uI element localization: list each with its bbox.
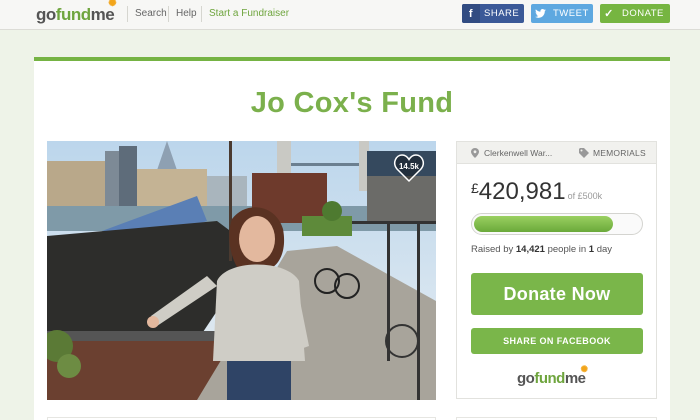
raised-amount: 420,981 — [478, 178, 566, 205]
donate-now-button[interactable]: Donate Now — [471, 273, 643, 315]
share-on-facebook-button[interactable]: SHARE ON FACEBOOK — [471, 328, 643, 354]
campaign-title: Jo Cox's Fund — [250, 87, 454, 119]
header-donate-button[interactable]: ✓ DONATE — [600, 4, 670, 23]
campaign-card: Jo Cox's Fund 14.5k Clerkenwell War... M… — [34, 57, 670, 420]
gofundme-footer-logo[interactable]: gofundme ✺ — [517, 364, 588, 387]
campaign-category[interactable]: MEMORIALS — [593, 148, 646, 158]
sun-icon: ✺ — [580, 364, 588, 374]
location-pin-icon — [471, 148, 479, 158]
nav-help-link[interactable]: Help — [176, 8, 197, 19]
raised-summary: Raised by 14,421 people in 1 day — [471, 244, 613, 255]
amount-raised: £420,981 of £500k — [471, 178, 602, 206]
progress-bar — [471, 213, 643, 235]
likes-count: 14.5k — [398, 162, 420, 171]
photo-illustration — [47, 141, 436, 400]
top-navigation: gofundme ✺ Search Help Start a Fundraise… — [0, 0, 700, 30]
nav-start-fundraiser-link[interactable]: Start a Fundraiser — [209, 8, 289, 19]
goal-text: of £500k — [567, 191, 603, 201]
nav-divider — [127, 6, 128, 22]
tweet-label: TWEET — [553, 8, 589, 19]
gofundme-logo[interactable]: gofundme ✺ — [36, 0, 117, 25]
sun-icon: ✺ — [108, 0, 117, 9]
nav-divider — [201, 6, 202, 22]
twitter-icon — [531, 4, 549, 23]
tag-icon — [579, 148, 589, 158]
nav-search-link[interactable]: Search — [135, 8, 167, 19]
tweet-button[interactable]: TWEET — [531, 4, 593, 23]
check-icon: ✓ — [604, 8, 614, 20]
facebook-share-button[interactable]: f SHARE — [462, 4, 524, 23]
campaign-photo[interactable]: 14.5k — [47, 141, 436, 400]
facebook-icon: f — [462, 4, 480, 23]
days-count: 1 — [588, 244, 595, 255]
donation-sidebar: Clerkenwell War... MEMORIALS £420,981 of … — [456, 141, 657, 399]
people-count: 14,421 — [515, 244, 545, 255]
campaign-meta-bar: Clerkenwell War... MEMORIALS — [457, 142, 656, 164]
currency-symbol: £ — [471, 180, 479, 196]
likes-badge[interactable]: 14.5k — [393, 153, 425, 183]
facebook-share-label: SHARE — [484, 8, 520, 19]
nav-divider — [168, 6, 169, 22]
campaign-location[interactable]: Clerkenwell War... — [484, 148, 552, 158]
header-donate-label: DONATE — [622, 8, 664, 19]
progress-fill — [474, 216, 614, 232]
